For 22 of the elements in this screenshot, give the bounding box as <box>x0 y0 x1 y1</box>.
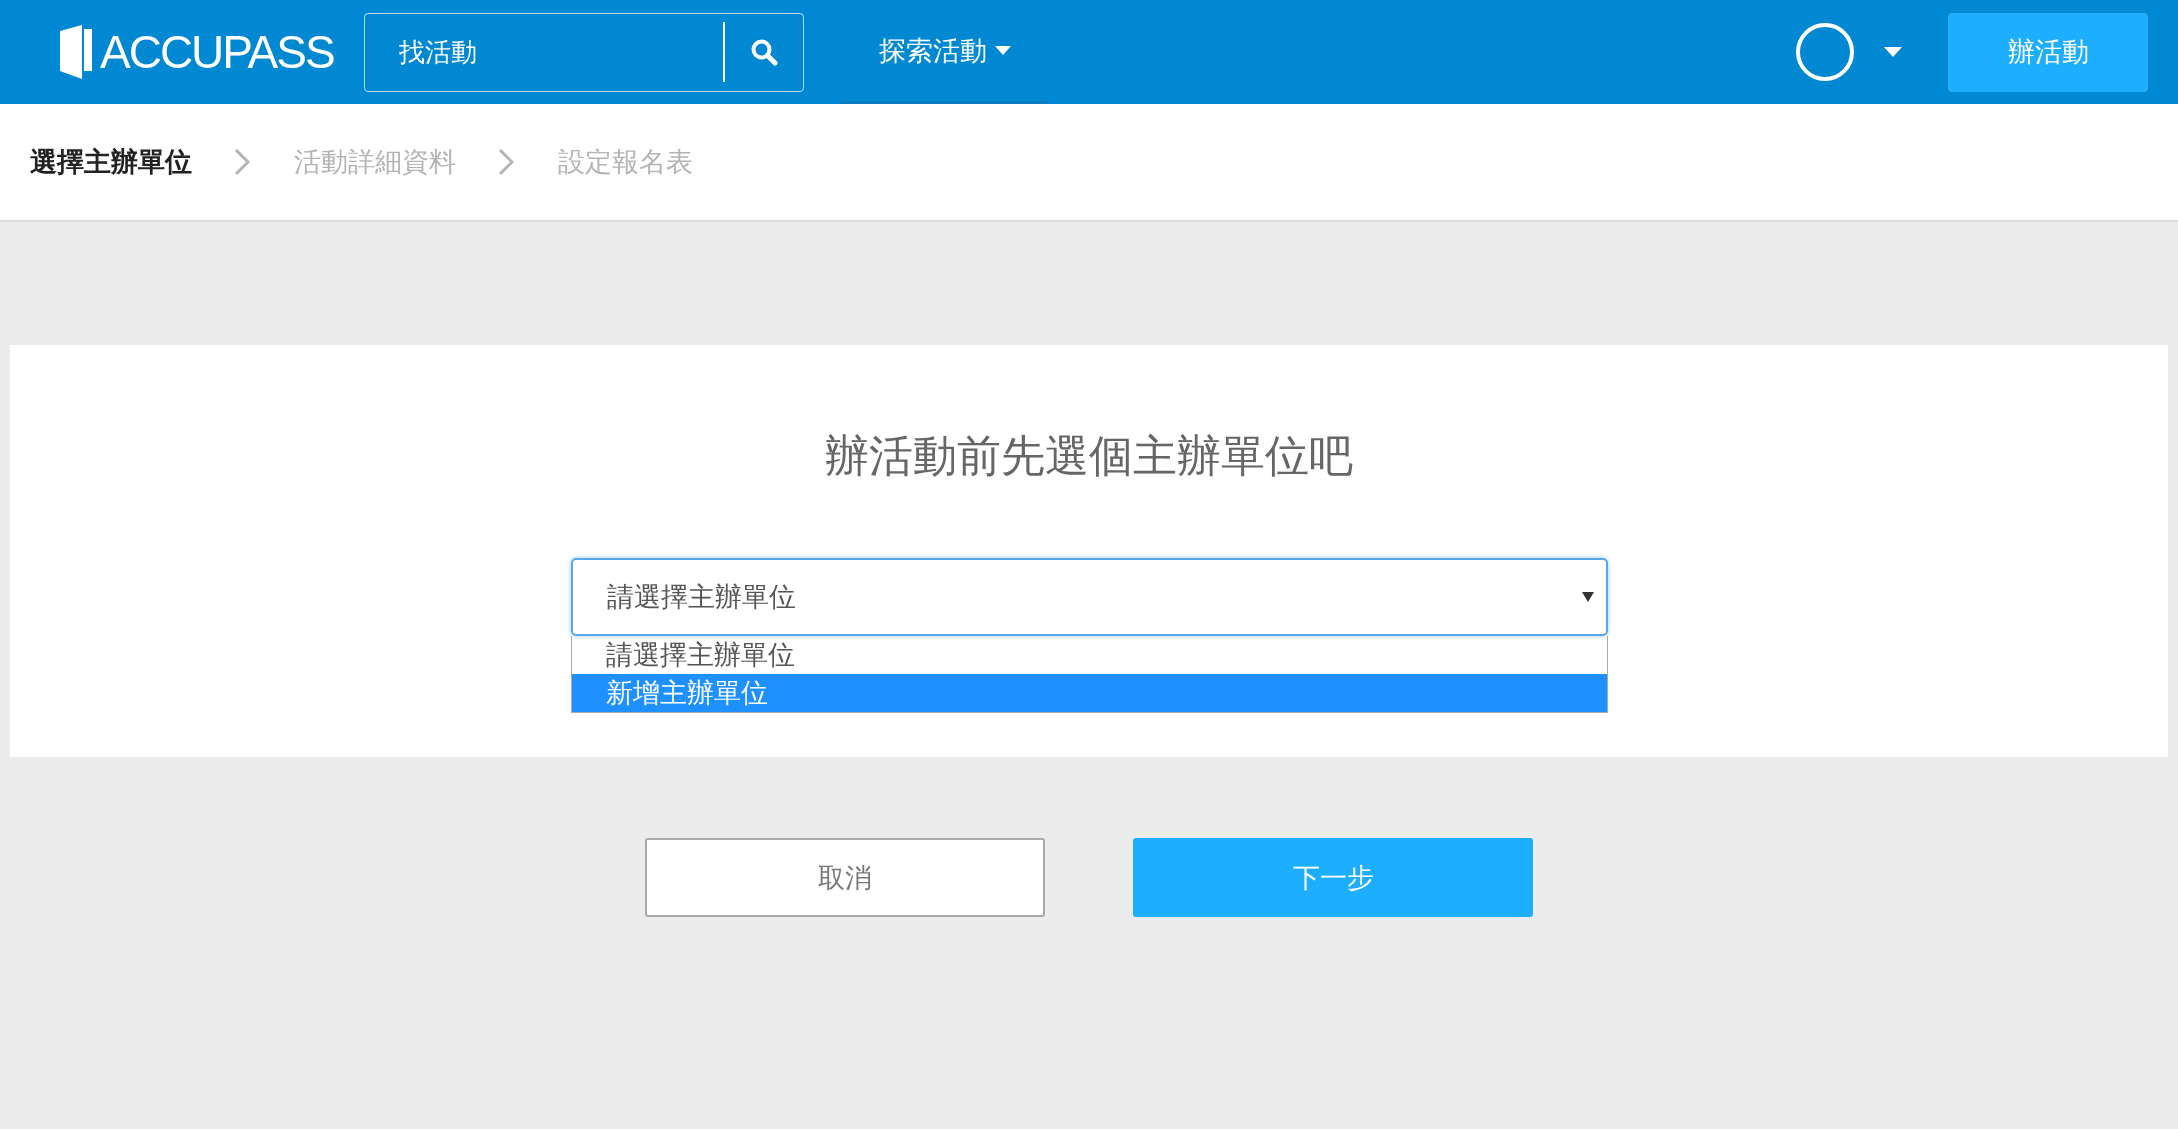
caret-icon <box>1581 591 1594 603</box>
chevron-right-icon <box>234 148 250 176</box>
search-field[interactable]: 找活動 <box>364 12 723 92</box>
next-button[interactable]: 下一步 <box>1133 838 1533 917</box>
organizer-select[interactable]: 請選擇主辦單位 <box>570 558 1608 636</box>
search-icon[interactable] <box>749 38 778 66</box>
logo-text: ACCUPASS <box>100 25 334 79</box>
cancel-button[interactable]: 取消 <box>645 838 1045 917</box>
step-label: 設定報名表 <box>558 145 693 179</box>
caret-icon <box>994 46 1011 55</box>
step-label: 選擇主辦單位 <box>30 145 192 179</box>
avatar[interactable] <box>1796 23 1854 81</box>
logo[interactable]: ACCUPASS <box>58 22 334 82</box>
caret-icon[interactable] <box>1884 47 1902 57</box>
step-label: 活動詳細資料 <box>294 145 456 179</box>
dropdown-option[interactable]: 新增主辦單位 <box>571 674 1607 712</box>
dropdown-option[interactable]: 請選擇主辦單位 <box>571 636 1607 674</box>
chevron-right-icon <box>498 148 514 176</box>
page-title: 辦活動前先選個主辦單位吧 <box>824 429 1354 483</box>
door-icon <box>58 25 94 79</box>
search-bar[interactable]: 找活動 <box>363 12 804 92</box>
create-event-button[interactable]: 辦活動 <box>1948 12 2148 92</box>
